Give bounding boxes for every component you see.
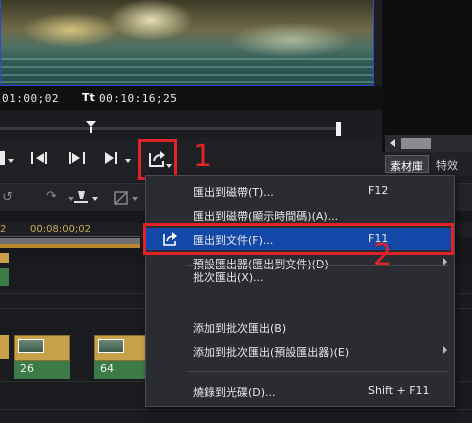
menu-item-shortcut: Shift + F11 xyxy=(368,384,430,397)
menu-item-label: 匯出到磁帶(T)... xyxy=(193,186,274,199)
duration-icon: Tt xyxy=(82,91,95,104)
trim-out-icon[interactable] xyxy=(66,150,88,166)
trim-in-icon[interactable] xyxy=(28,150,50,166)
current-timecode: 01:00;02 xyxy=(2,92,59,105)
undo-icon[interactable]: ↺ xyxy=(2,190,13,205)
menu-item-export-to-tape[interactable]: 匯出到磁帶(T)... F12 xyxy=(146,180,454,202)
ruler-timecode: 00:08:00;02 xyxy=(30,224,92,235)
menu-item-burn-to-disc[interactable]: 燒錄到光碟(D)... Shift + F11 xyxy=(146,380,454,402)
video-preview xyxy=(0,0,374,86)
out-point-marker[interactable] xyxy=(336,122,341,136)
clip-audio[interactable]: 26 xyxy=(14,361,70,379)
library-scrollbar[interactable] xyxy=(385,135,472,152)
submenu-arrow-icon xyxy=(443,346,447,354)
render-bar xyxy=(0,244,140,248)
snap-icon[interactable] xyxy=(112,189,130,207)
tab-library[interactable]: 素材庫 xyxy=(385,155,429,173)
menu-item-label: 燒錄到光碟(D)... xyxy=(193,386,276,399)
marker-icon[interactable] xyxy=(72,189,90,207)
chevron-down-icon[interactable] xyxy=(125,159,131,163)
chevron-down-icon[interactable] xyxy=(8,159,14,163)
menu-item-add-to-batch[interactable]: 添加到批次匯出(B) xyxy=(146,316,454,338)
callout-number-1: 1 xyxy=(193,139,213,174)
menu-item-label: 添加到批次匯出(預設匯出器)(E) xyxy=(193,346,350,359)
tab-library-label: 素材庫 xyxy=(390,160,423,173)
callout-number-2: 2 xyxy=(373,238,393,273)
library-tabs: 素材庫 特效 xyxy=(382,152,472,175)
ruler-timecode: 2 xyxy=(0,224,7,235)
chevron-down-icon[interactable] xyxy=(132,197,138,201)
clip-thumbnail xyxy=(18,339,44,353)
playback-scrubber[interactable] xyxy=(0,118,348,138)
play-to-out-icon[interactable] xyxy=(102,150,122,166)
menu-separator xyxy=(186,371,448,372)
menu-item-label: 添加到批次匯出(B) xyxy=(193,322,287,335)
clip-label: 64 xyxy=(100,362,114,375)
video-clip[interactable] xyxy=(94,335,152,361)
clip-edge[interactable] xyxy=(0,253,9,263)
export-context-menu: 匯出到磁帶(T)... F12 匯出到磁帶(顯示時間碼)(A)... 匯出到文件… xyxy=(145,175,455,407)
redo-icon[interactable]: ↷ xyxy=(46,189,57,204)
clip-label: 26 xyxy=(20,362,34,375)
mark-in-icon[interactable] xyxy=(0,151,5,165)
clip-thumbnail xyxy=(98,339,124,353)
clip-edge[interactable] xyxy=(0,335,9,359)
callout-box-1 xyxy=(138,139,177,180)
clip-audio[interactable]: 64 xyxy=(94,361,152,379)
menu-item-add-to-batch-default[interactable]: 添加到批次匯出(預設匯出器)(E) xyxy=(146,340,454,362)
scrollbar-thumb[interactable] xyxy=(401,138,431,149)
duration-timecode: 00:10:16;25 xyxy=(99,92,178,105)
scroll-left-icon[interactable] xyxy=(390,139,395,147)
menu-item-batch-export[interactable]: 批次匯出(X)... xyxy=(146,265,454,287)
timecode-bar: 01:00;02 Tt 00:10:16;25 xyxy=(0,86,382,110)
menu-item-label: 匯出到磁帶(顯示時間碼)(A)... xyxy=(193,210,339,223)
audio-clip[interactable] xyxy=(0,268,9,286)
video-clip[interactable] xyxy=(14,335,70,361)
callout-box-2 xyxy=(143,223,454,255)
menu-item-label: 批次匯出(X)... xyxy=(193,271,264,284)
menu-item-shortcut: F12 xyxy=(368,184,389,197)
chevron-down-icon[interactable] xyxy=(92,197,98,201)
tab-effects[interactable]: 特效 xyxy=(436,157,458,173)
